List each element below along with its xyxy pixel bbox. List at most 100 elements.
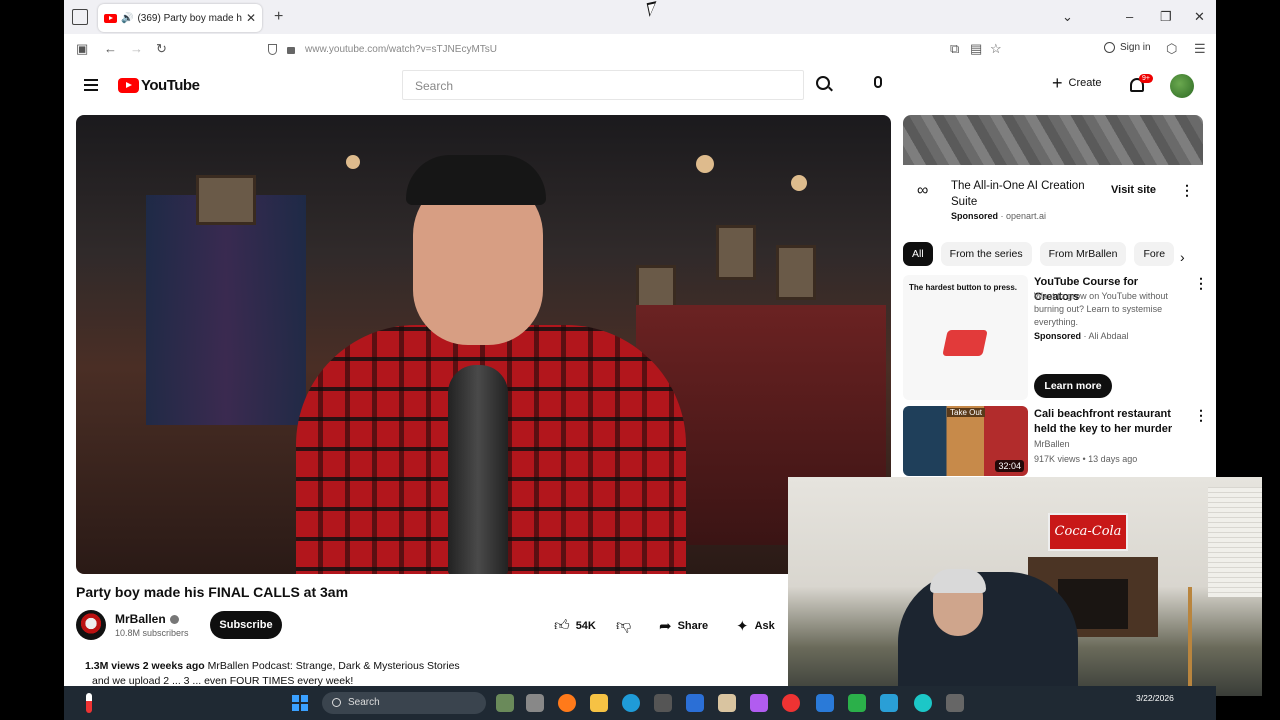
video-frame-backdrop [448,365,508,574]
sign-in-button[interactable]: Sign in [1104,42,1151,53]
back-icon[interactable]: ← [104,41,117,56]
ask-button[interactable]: ✦ Ask [736,617,775,635]
app-icon[interactable] [914,694,932,712]
forward-icon[interactable]: → [130,41,143,56]
video-thumbnail[interactable]: Take Out 32:04 [903,406,1028,476]
ad-banner-image[interactable] [903,115,1203,165]
red-button-image [942,330,988,356]
infinity-logo-icon: ∞ [917,182,929,199]
widget-app-icon[interactable] [496,694,514,712]
system-clock[interactable]: 3/22/2026 [1136,692,1174,704]
create-button[interactable]: + Create [1052,74,1102,92]
firefox-icon[interactable] [558,694,576,712]
subscriber-count: 10.8M subscribers [115,628,189,638]
search-icon[interactable] [816,76,830,90]
learn-more-button[interactable]: Learn more [1034,374,1112,398]
shield-icon[interactable] [268,43,277,55]
chip-all[interactable]: All [903,242,933,266]
course-ad-thumbnail[interactable]: The hardest button to press. [903,275,1028,400]
speaker-icon[interactable]: 🔊 [121,13,133,24]
store-icon[interactable] [654,694,672,712]
url-text[interactable]: www.youtube.com/watch?v=sTJNEcyMTsU [305,44,497,55]
tab-strip: 🔊 (369) Party boy made his FI ✕ + ⌄ – ❐ … [64,0,1216,34]
new-tab-button[interactable]: + [274,8,283,26]
app-icon[interactable] [848,694,866,712]
chip-from-the-series[interactable]: From the series [940,242,1032,266]
restore-icon[interactable]: ❐ [1160,9,1172,25]
more-options-icon[interactable]: ⋮ [1194,407,1208,424]
file-explorer-icon[interactable] [590,694,608,712]
app-icon[interactable] [946,694,964,712]
tab-list-icon[interactable] [72,9,88,25]
windows-taskbar: Search 3/22/2026 [64,686,1216,720]
edge-icon[interactable] [622,694,640,712]
app-icon[interactable] [686,694,704,712]
share-button[interactable]: ➦ Share [659,617,708,635]
dislike-button[interactable]: 👎︎ [616,617,637,635]
microphone-icon[interactable] [874,76,882,88]
view-stats: 1.3M views 2 weeks ago [85,660,205,672]
picture-in-picture-icon[interactable]: ⧉ [950,41,959,57]
more-options-icon[interactable]: ⋮ [1180,182,1194,199]
video-frame-backdrop [146,195,306,425]
channel-name-text[interactable]: MrBallen [115,612,166,626]
app-icon[interactable] [816,694,834,712]
channel-avatar[interactable] [76,610,106,640]
guide-menu-icon[interactable] [84,79,98,91]
copilot-icon[interactable] [750,694,768,712]
close-tab-icon[interactable]: ✕ [246,11,256,25]
tab-youtube[interactable]: 🔊 (369) Party boy made his FI ✕ [98,4,262,32]
navigation-bar: ▣ ← → ↻ www.youtube.com/watch?v=sTJNEcyM… [64,34,1216,64]
chip-from-mrballen[interactable]: From MrBallen [1039,242,1127,266]
minimize-icon[interactable]: – [1126,9,1133,24]
address-bar[interactable]: www.youtube.com/watch?v=sTJNEcyMTsU [268,39,948,59]
task-view-icon[interactable] [526,694,544,712]
channel-name[interactable]: MrBallen [115,612,179,626]
lock-icon[interactable] [287,46,295,54]
avatar[interactable] [1170,74,1194,98]
rec-channel[interactable]: MrBallen [1034,438,1070,451]
webcam-scene [930,569,986,593]
tab-title: (369) Party boy made his FI [137,12,242,24]
reader-icon[interactable]: ▤ [970,41,982,57]
rec-author: Ali Abdaal [1088,331,1129,341]
sponsored-label: Sponsored [951,211,999,221]
app-icon[interactable] [718,694,736,712]
more-options-icon[interactable]: ⋮ [1194,275,1208,292]
windows-start-icon[interactable] [292,695,308,711]
chevron-down-icon[interactable]: ⌄ [1062,9,1073,25]
ad-title[interactable]: The All-in-One AI Creation Suite [951,178,1101,210]
ad-meta: Sponsored · openart.ai [951,211,1047,221]
bookmark-star-icon[interactable]: ☆ [990,41,1002,57]
close-window-icon[interactable]: ✕ [1194,9,1205,25]
reload-icon[interactable]: ↻ [156,41,167,57]
youtube-logo-text: YouTube [141,77,200,94]
webcam-overlay: Coca-Cola [788,477,1262,696]
filter-chips: All From the series From MrBallen Fore [903,242,1175,266]
menu-icon[interactable]: ☰ [1194,41,1206,57]
chrome-icon[interactable] [782,694,800,712]
taskbar-search[interactable]: Search [322,692,486,714]
subscribe-button[interactable]: Subscribe [210,611,282,639]
webcam-scene [1208,487,1262,597]
video-player[interactable] [76,115,891,574]
video-frame-backdrop [406,155,546,205]
sparkle-icon: ✦ [736,618,749,635]
sidebar-toggle-icon[interactable]: ▣ [76,41,88,57]
video-title: Party boy made his FINAL CALLS at 3am [76,584,349,600]
rec-meta: 917K views • 13 days ago [1034,454,1138,464]
youtube-logo[interactable]: YouTube [118,77,200,94]
thumbnail-heading: The hardest button to press. [909,283,1018,292]
extensions-icon[interactable]: ⬡ [1166,41,1177,57]
notification-count-badge: 9+ [1139,74,1153,83]
rec-title[interactable]: Cali beachfront restaurant held the key … [1034,407,1184,437]
search-input[interactable]: Search [402,70,804,100]
video-frame-backdrop [196,175,256,225]
description-box[interactable]: 1.3M views 2 weeks ago MrBallen Podcast:… [85,660,460,672]
chevron-right-icon[interactable]: › [1180,249,1185,265]
visit-site-button[interactable]: Visit site [1111,184,1156,196]
app-icon[interactable] [880,694,898,712]
weather-widget-icon[interactable] [86,693,92,713]
like-button[interactable]: 👍︎ 54K [554,617,596,635]
chip-fore[interactable]: Fore [1134,242,1175,266]
